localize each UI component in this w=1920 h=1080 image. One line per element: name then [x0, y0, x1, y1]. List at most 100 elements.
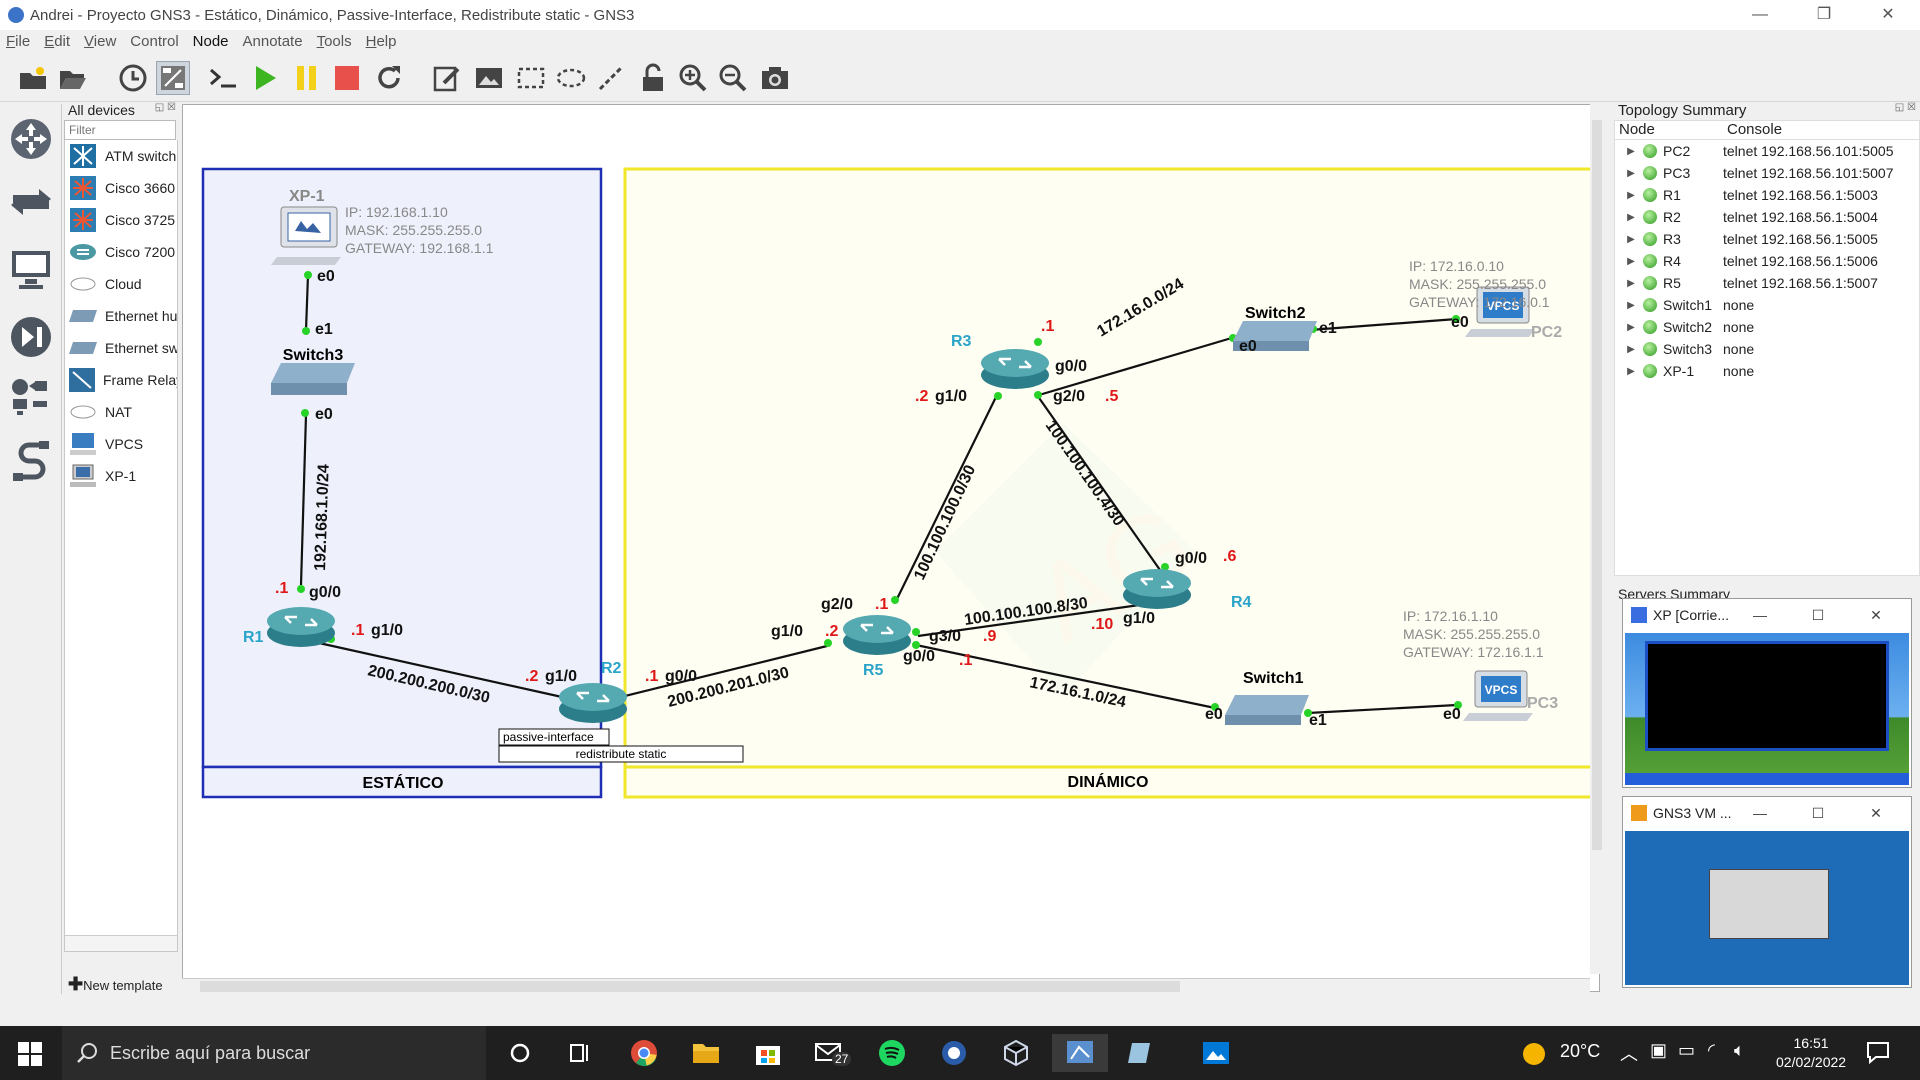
node-r1[interactable] [267, 607, 335, 647]
device-item-cloud[interactable]: Cloud [65, 268, 177, 300]
device-item-cisco-3725[interactable]: Cisco 3725 [65, 204, 177, 236]
mail-button[interactable]: 27 [810, 1034, 852, 1072]
summary-row[interactable]: ▶ R2 telnet 192.168.56.1:5004 [1615, 206, 1919, 228]
snapshot-button[interactable] [116, 61, 150, 95]
expand-arrow-icon[interactable]: ▶ [1623, 234, 1639, 245]
device-item-frame-relay-switch[interactable]: Frame Relay switch [65, 364, 177, 396]
device-item-ethernet-switch[interactable]: Ethernet switch [65, 332, 177, 364]
device-item-ethernet-hub[interactable]: Ethernet hub [65, 300, 177, 332]
node-r4[interactable] [1123, 569, 1191, 609]
volume-icon[interactable]: 🔈︎ [1734, 1040, 1745, 1061]
summary-row[interactable]: ▶ PC3 telnet 192.168.56.101:5007 [1615, 162, 1919, 184]
topology-canvas[interactable]: AG ESTÁTICO DINÁMICO XP-1 Swi [182, 104, 1601, 992]
menu-edit[interactable]: Edit [44, 33, 70, 50]
thumb-close-icon[interactable]: ✕ [1847, 607, 1905, 624]
browse-end-devices-button[interactable] [8, 246, 54, 292]
thumb-minimize-icon[interactable]: — [1731, 607, 1789, 624]
browse-switches-button[interactable] [8, 178, 54, 224]
menu-tools[interactable]: Tools [317, 33, 352, 50]
browse-all-devices-button[interactable] [8, 374, 54, 420]
browse-security-devices-button[interactable] [8, 314, 54, 360]
summary-row[interactable]: ▶ Switch3 none [1615, 338, 1919, 360]
store-button[interactable] [748, 1034, 788, 1072]
show-interface-labels-button[interactable] [156, 61, 190, 95]
close-button[interactable]: ✕ [1856, 0, 1920, 30]
weather-temp[interactable]: 20°C [1560, 1041, 1600, 1062]
xp-preview-window[interactable]: XP [Corrie... — ☐ ✕ [1622, 598, 1912, 788]
virtualbox-button[interactable] [996, 1034, 1036, 1072]
summary-row[interactable]: ▶ Switch1 none [1615, 294, 1919, 316]
node-r5[interactable] [843, 615, 911, 655]
minimize-button[interactable]: — [1728, 0, 1792, 30]
lock-items-button[interactable] [636, 61, 670, 95]
taskbar-search[interactable]: Escribe aquí para buscar [62, 1026, 486, 1080]
expand-arrow-icon[interactable]: ▶ [1623, 366, 1639, 377]
thumb-minimize-icon[interactable]: — [1731, 805, 1789, 822]
spotify-button[interactable] [872, 1034, 912, 1072]
add-link-button[interactable] [8, 438, 54, 484]
zoom-out-button[interactable] [716, 61, 750, 95]
panel-close-icon[interactable]: ◱ ☒ [155, 102, 176, 113]
node-r2[interactable] [559, 683, 627, 723]
panel-close-icon[interactable]: ◱ ☒ [1895, 102, 1916, 113]
devices-hscroll[interactable] [65, 935, 177, 951]
col-node[interactable]: Node [1615, 121, 1723, 139]
battery-icon[interactable]: ▭ [1678, 1040, 1695, 1061]
zoom-in-button[interactable] [676, 61, 710, 95]
node-switch3[interactable] [271, 363, 355, 395]
summary-row[interactable]: ▶ R4 telnet 192.168.56.1:5006 [1615, 250, 1919, 272]
cortana-button[interactable] [500, 1034, 540, 1072]
thumb-maximize-icon[interactable]: ☐ [1789, 805, 1847, 822]
summary-row[interactable]: ▶ PC2 telnet 192.168.56.101:5005 [1615, 140, 1919, 162]
expand-arrow-icon[interactable]: ▶ [1623, 300, 1639, 311]
new-template-button[interactable]: ✚New template [68, 974, 163, 995]
open-project-button[interactable] [56, 61, 90, 95]
device-item-xp-1[interactable]: XP-1 [65, 460, 177, 492]
expand-arrow-icon[interactable]: ▶ [1623, 344, 1639, 355]
thumb-maximize-icon[interactable]: ☐ [1789, 607, 1847, 624]
browse-routers-button[interactable] [8, 116, 54, 162]
draw-ellipse-button[interactable] [554, 61, 588, 95]
start-button[interactable] [18, 1042, 42, 1070]
tray-device-icon[interactable]: ▣ [1650, 1040, 1667, 1061]
start-all-button[interactable] [248, 61, 282, 95]
expand-arrow-icon[interactable]: ▶ [1623, 278, 1639, 289]
insert-picture-button[interactable] [472, 61, 506, 95]
reload-all-button[interactable] [372, 61, 406, 95]
draw-line-button[interactable] [594, 61, 628, 95]
hscroll-thumb[interactable] [200, 981, 1180, 992]
suspend-all-button[interactable] [290, 61, 324, 95]
tray-chevron-icon[interactable]: ︿ [1620, 1040, 1638, 1066]
gns3-taskbar-button[interactable] [934, 1034, 974, 1072]
menu-annotate[interactable]: Annotate [243, 33, 303, 50]
menu-view[interactable]: View [84, 33, 116, 50]
xp-vm-taskbar-button[interactable] [1052, 1034, 1108, 1072]
photos-button[interactable] [1196, 1034, 1236, 1072]
summary-row[interactable]: ▶ R1 telnet 192.168.56.1:5003 [1615, 184, 1919, 206]
menu-control[interactable]: Control [130, 33, 178, 50]
notes-app-button[interactable] [1120, 1034, 1160, 1072]
expand-arrow-icon[interactable]: ▶ [1623, 212, 1639, 223]
screenshot-button[interactable] [758, 61, 792, 95]
clock[interactable]: 16:51 02/02/2022 [1776, 1034, 1846, 1072]
expand-arrow-icon[interactable]: ▶ [1623, 146, 1639, 157]
expand-arrow-icon[interactable]: ▶ [1623, 190, 1639, 201]
node-r3[interactable] [981, 349, 1049, 389]
device-item-vpcs[interactable]: VPCS [65, 428, 177, 460]
add-note-button[interactable] [430, 61, 464, 95]
gns3vm-preview-window[interactable]: GNS3 VM ... — ☐ ✕ [1622, 796, 1912, 988]
device-item-nat[interactable]: NAT [65, 396, 177, 428]
notifications-button[interactable] [1866, 1040, 1890, 1068]
task-view-button[interactable] [560, 1034, 600, 1072]
wifi-icon[interactable]: ◜ [1708, 1040, 1715, 1061]
draw-rectangle-button[interactable] [514, 61, 548, 95]
summary-row[interactable]: ▶ Switch2 none [1615, 316, 1919, 338]
expand-arrow-icon[interactable]: ▶ [1623, 322, 1639, 333]
canvas-vscroll[interactable] [1590, 104, 1604, 974]
expand-arrow-icon[interactable]: ▶ [1623, 168, 1639, 179]
menu-help[interactable]: Help [366, 33, 397, 50]
device-item-cisco-7200[interactable]: Cisco 7200 [65, 236, 177, 268]
maximize-button[interactable]: ❐ [1792, 0, 1856, 30]
device-item-atm-switch[interactable]: ATM switch [65, 140, 177, 172]
file-explorer-button[interactable] [686, 1034, 726, 1072]
